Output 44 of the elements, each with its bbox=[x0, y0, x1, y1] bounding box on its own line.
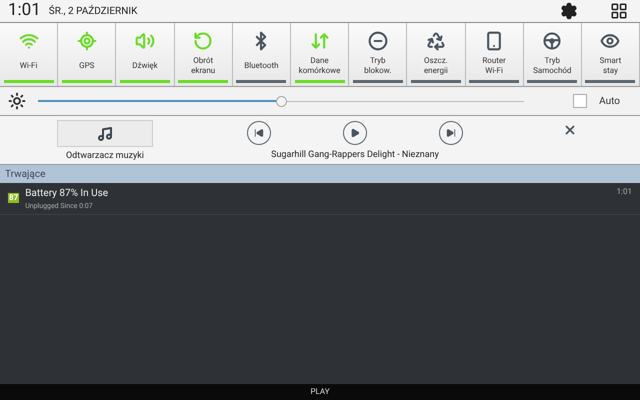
toggle-tile[interactable]: Dane komórkowe bbox=[290, 23, 350, 86]
brightness-slider[interactable] bbox=[38, 95, 524, 107]
play-icon bbox=[350, 128, 360, 138]
brightness-icon bbox=[8, 92, 26, 110]
toggle-tile[interactable]: Oszcz. energii bbox=[407, 23, 466, 86]
toggle-tile[interactable]: Dźwięk bbox=[116, 23, 175, 86]
clock: 1:01 bbox=[8, 0, 41, 22]
skip-forward-icon bbox=[446, 128, 456, 138]
skip-back-icon bbox=[254, 128, 264, 138]
steering-wheel-icon bbox=[542, 31, 562, 51]
minus-circle-icon bbox=[368, 31, 388, 51]
play-button[interactable] bbox=[343, 121, 367, 145]
notification-title: Battery 87% In Use bbox=[25, 187, 110, 201]
crosshair-icon bbox=[76, 31, 97, 51]
notification-time: 1:01 bbox=[616, 186, 632, 198]
slider-thumb[interactable] bbox=[276, 96, 287, 106]
toggle-tile[interactable]: Tryb Samochód bbox=[524, 23, 582, 86]
previous-button[interactable] bbox=[247, 121, 271, 145]
recycle-icon bbox=[426, 31, 446, 51]
eye-icon bbox=[600, 31, 620, 51]
grid-icon[interactable] bbox=[610, 2, 628, 20]
toggle-tile[interactable]: Obrót ekranu bbox=[174, 23, 233, 86]
toggle-tile[interactable]: Tryb blokow. bbox=[349, 23, 408, 86]
next-button[interactable] bbox=[439, 121, 463, 145]
toggle-tile[interactable]: Smart stay bbox=[582, 23, 640, 86]
close-icon[interactable] bbox=[563, 123, 577, 137]
speaker-icon bbox=[134, 31, 155, 51]
music-app-label: Odtwarzacz muzyki bbox=[66, 150, 144, 163]
toggle-tile[interactable]: Router Wi-Fi bbox=[466, 23, 524, 86]
wifi-icon bbox=[18, 31, 39, 51]
music-app-button[interactable] bbox=[57, 120, 153, 147]
rotate-icon bbox=[193, 31, 214, 51]
play-label[interactable]: PLAY bbox=[310, 386, 330, 398]
auto-checkbox[interactable] bbox=[573, 94, 588, 108]
date: ŚR., 2 PAŹDZIERNIK bbox=[48, 4, 138, 18]
music-note-icon bbox=[97, 126, 113, 142]
toggle-tile[interactable]: GPS bbox=[58, 23, 116, 86]
track-title: Sugarhill Gang-Rappers Delight - Nieznany bbox=[271, 149, 439, 162]
arrows-icon bbox=[310, 31, 330, 51]
battery-badge: 87 bbox=[8, 193, 20, 203]
section-header: Trwające bbox=[0, 165, 640, 183]
toggle-tile[interactable]: Bluetooth bbox=[232, 23, 291, 86]
toggle-tile[interactable]: Wi-Fi bbox=[0, 23, 58, 86]
auto-label: Auto bbox=[599, 94, 620, 108]
